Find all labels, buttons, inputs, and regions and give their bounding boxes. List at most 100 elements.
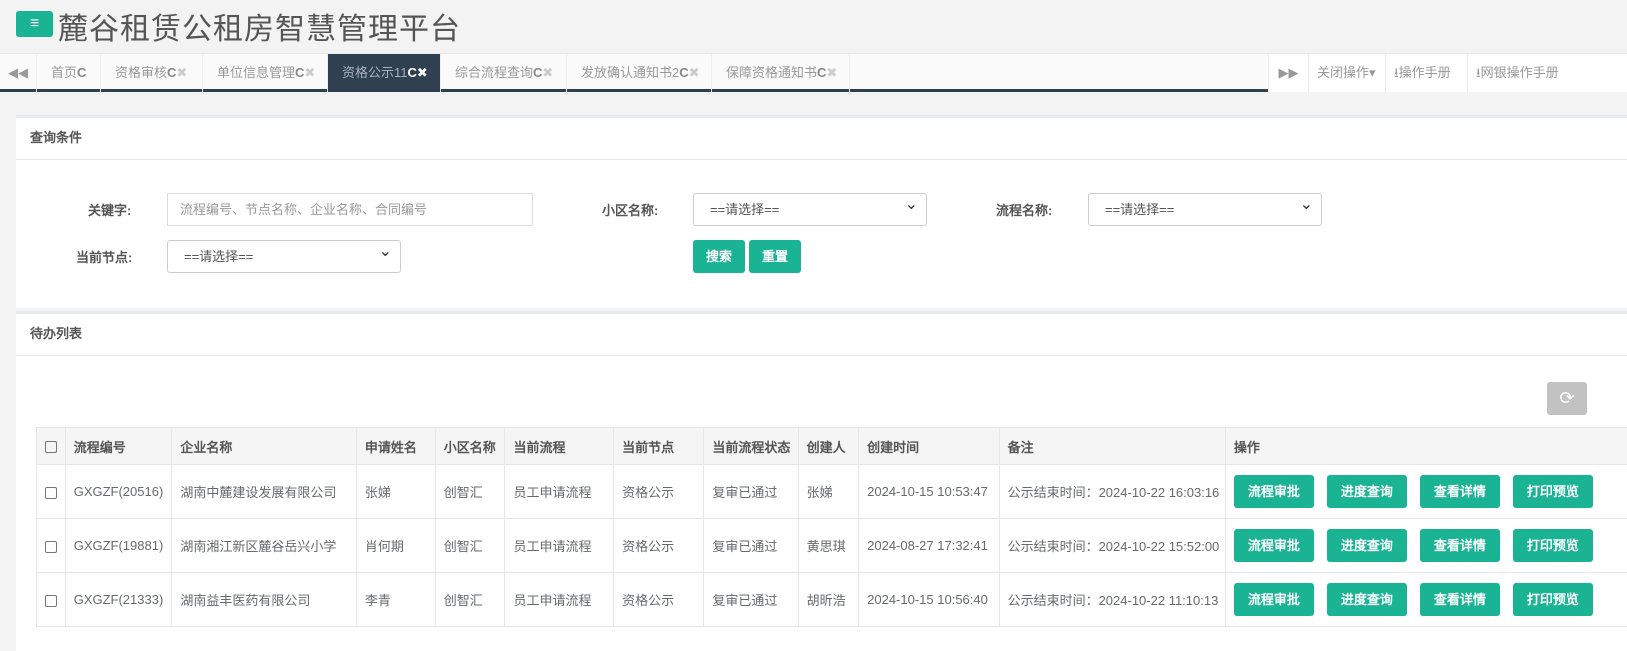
tab-1[interactable]: 资格审核C✖ [101,54,203,92]
actions-cell: 流程审批 进度查询 查看详情 打印预览 [1224,572,1627,627]
tab-0[interactable]: 首页C [37,54,101,92]
table-cell: 创智汇 [434,572,506,627]
community-select[interactable]: ==请选择== [693,189,927,226]
actions-cell: 流程审批 进度查询 查看详情 打印预览 [1224,518,1627,573]
bank-manual-label: 网银操作手册 [1480,65,1559,80]
column-header: 备注 [998,427,1226,465]
refresh-icon[interactable]: C [679,65,688,80]
table-row: GXGZF(19881) 湖南湘江新区麓谷岳兴小学 肖何期 创智汇 员工申请流程 资格公示… [36,518,1627,573]
tab-bar: ◀◀ 首页C 资格审核C✖ 单位信息管理C✖ 资格公示11C✖ 综合流程查询C✖ 发放确认… [0,53,1627,92]
table-cell: 资格公示 [613,464,705,519]
menu-toggle-button[interactable]: ≡ [16,11,53,37]
refresh-icon[interactable]: C [408,65,417,80]
table-cell: 湖南益丰医药有限公司 [171,572,357,627]
print-preview-button[interactable]: 打印预览 [1512,475,1593,508]
table-cell: 胡昕浩 [797,572,860,627]
manual-button[interactable]: ⭳操作手册 [1385,54,1467,92]
table-cell: 创智汇 [434,464,506,519]
column-header: 流程编号 [64,427,173,465]
refresh-icon[interactable]: C [533,65,542,80]
select-all-checkbox[interactable] [45,441,57,454]
refresh-icon[interactable]: ⟳ [1547,382,1587,415]
progress-button[interactable]: 进度查询 [1326,529,1407,562]
tab-4[interactable]: 综合流程查询C✖ [441,54,567,92]
tab-3[interactable]: 资格公示11C✖ [328,54,441,92]
column-header: 申请姓名 [355,427,436,465]
close-ops-label: 关闭操作 [1317,65,1370,80]
details-button[interactable]: 查看详情 [1419,529,1500,562]
close-icon[interactable]: ✖ [304,65,315,80]
refresh-icon[interactable]: C [817,65,826,80]
tab-label: 保障资格通知书 [726,65,818,80]
table-cell: GXGZF(20516) [64,464,173,519]
column-header: 小区名称 [434,427,506,465]
table-cell: 2024-08-27 17:32:41 [858,518,1000,573]
table-cell: 员工申请流程 [504,518,615,573]
approve-button[interactable]: 流程审批 [1233,529,1314,562]
print-preview-button[interactable]: 打印预览 [1512,583,1593,616]
close-icon[interactable]: ✖ [417,65,428,80]
details-button[interactable]: 查看详情 [1419,583,1500,616]
todo-table: 流程编号 企业名称 申请姓名 小区名称 当前流程 当前节点 当前流程状态 创建人 创建时间 备注操… [36,427,1627,627]
refresh-icon[interactable]: C [167,65,176,80]
close-operations-dropdown[interactable]: 关闭操作▾ [1308,54,1385,92]
query-title: 查询条件 [16,118,1627,160]
row-checkbox[interactable] [45,594,57,607]
close-icon[interactable]: ✖ [542,65,553,80]
row-select-cell [36,464,66,519]
app-title: 麓谷租赁公租房智慧管理平台 [58,13,461,46]
column-header: 创建人 [797,427,860,465]
progress-button[interactable]: 进度查询 [1326,583,1407,616]
column-header: 当前流程 [504,427,615,465]
row-checkbox[interactable] [45,540,57,553]
tab-6[interactable]: 保障资格通知书C✖ [712,54,850,92]
table-cell: 资格公示 [613,518,705,573]
reset-button[interactable]: 重置 [749,240,801,273]
tab-2[interactable]: 单位信息管理C✖ [203,54,328,92]
approve-button[interactable]: 流程审批 [1233,583,1314,616]
refresh-icon[interactable]: C [295,65,304,80]
actions-cell: 流程审批 进度查询 查看详情 打印预览 [1224,464,1627,519]
tab-5[interactable]: 发放确认通知书2C✖ [567,54,712,92]
table-cell: 复审已通过 [703,518,799,573]
close-icon[interactable]: ✖ [176,65,187,80]
column-header: 操作 [1224,427,1627,465]
tab-label: 综合流程查询 [455,65,534,80]
list-title: 待办列表 [16,314,1627,356]
row-select-cell [36,572,66,627]
refresh-icon[interactable]: C [77,65,86,80]
table-cell: 张娣 [797,464,860,519]
scroll-right-icon[interactable]: ▶▶ [1268,54,1308,92]
close-icon[interactable]: ✖ [826,65,837,80]
details-button[interactable]: 查看详情 [1419,475,1500,508]
tab-label: 发放确认通知书2 [581,65,680,80]
close-icon[interactable]: ✖ [689,65,700,80]
table-cell: 黄思琪 [797,518,860,573]
node-select[interactable]: ==请选择== [167,236,401,273]
progress-button[interactable]: 进度查询 [1326,475,1407,508]
table-cell: 复审已通过 [703,572,799,627]
column-header: 当前流程状态 [703,427,799,465]
table-cell: 肖何期 [355,518,436,573]
bank-manual-button[interactable]: ⭳网银操作手册 [1467,54,1627,92]
table-cell: 2024-10-15 10:56:40 [858,572,1000,627]
column-header: 当前节点 [613,427,705,465]
table-row: GXGZF(20516) 湖南中麓建设发展有限公司 张娣 创智汇 员工申请流程 资格公示复… [36,464,1627,519]
table-cell: 李青 [355,572,436,627]
community-label: 小区名称: [602,203,659,218]
table-cell: GXGZF(19881) [64,518,173,573]
scroll-left-icon[interactable]: ◀◀ [0,54,37,92]
row-checkbox[interactable] [45,486,57,499]
keyword-label: 关键字: [88,203,132,218]
node-label: 当前节点: [76,250,133,265]
search-button[interactable]: 搜索 [693,240,745,273]
keyword-input[interactable]: 流程编号、节点名称、企业名称、合同编号 [167,193,533,226]
flow-select[interactable]: ==请选择== [1088,189,1322,226]
caret-down-icon: ▾ [1369,65,1376,80]
row-select-cell [36,518,66,573]
print-preview-button[interactable]: 打印预览 [1512,529,1593,562]
flow-label: 流程名称: [996,203,1053,218]
approve-button[interactable]: 流程审批 [1233,475,1314,508]
tab-label: 首页 [51,65,78,80]
table-cell: 公示结束时间：2024-10-22 15:52:00 [998,518,1226,573]
